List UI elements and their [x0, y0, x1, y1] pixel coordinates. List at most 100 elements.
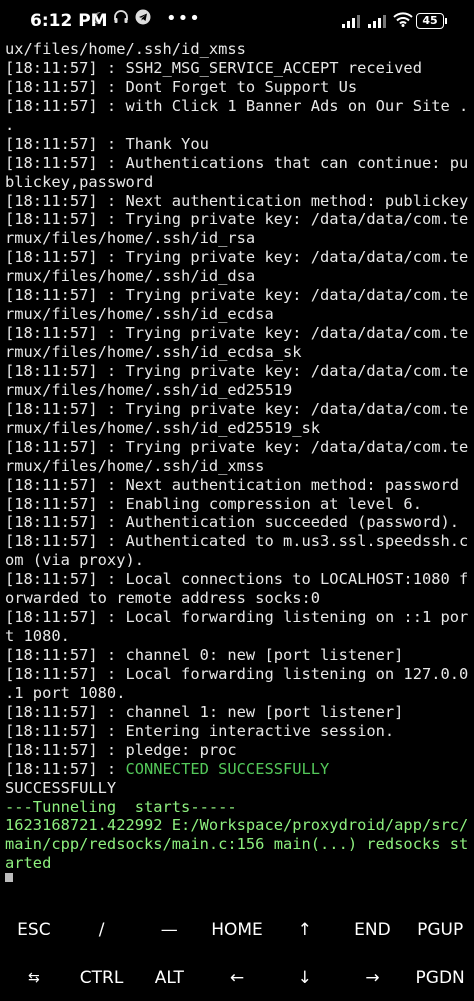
- status-bar: 6:12 PM ☾ ••• 45: [0, 0, 474, 40]
- terminal-line: [18:11:57] : CONNECTED SUCCESSFULLY: [5, 760, 471, 779]
- terminal-line: .: [5, 116, 471, 135]
- terminal-line-text: [18:11:57] : Trying private key: /data/d…: [5, 324, 469, 343]
- terminal-line: [18:11:57] : Authentication succeeded (p…: [5, 513, 471, 532]
- telegram-icon: [135, 9, 151, 29]
- terminal-line-text: [18:11:57] : Trying private key: /data/d…: [5, 248, 469, 267]
- terminal-line: rmux/files/home/.ssh/id_ecdsa: [5, 305, 471, 324]
- home-key[interactable]: HOME: [203, 907, 271, 953]
- terminal-line-text: [18:11:57] : Authentications that can co…: [5, 153, 469, 172]
- terminal-line-text: rmux/files/home/.ssh/id_rsa: [5, 229, 256, 248]
- terminal-line-text: [18:11:57] : Next authentication method:…: [5, 475, 460, 494]
- terminal-line-text: [18:11:57] : Trying private key: /data/d…: [5, 286, 469, 305]
- arrow-right-key[interactable]: →: [339, 955, 407, 1001]
- terminal-line-text: rmux/files/home/.ssh/id_ed25519: [5, 380, 293, 399]
- terminal-prompt-line: [5, 873, 471, 882]
- terminal-line: [18:11:57] : Trying private key: /data/d…: [5, 400, 471, 419]
- terminal-line: [18:11:57] : Dont Forget to Support Us: [5, 78, 471, 97]
- ctrl-key[interactable]: CTRL: [68, 955, 136, 1001]
- terminal-line-text: [18:11:57] : Authenticated to m.us3.ssl.…: [5, 532, 469, 551]
- terminal-line-text: rmux/files/home/.ssh/id_ecdsa: [5, 305, 274, 324]
- terminal-line: [18:11:57] : Thank You: [5, 135, 471, 154]
- extra-keys-row-1: ESC / — HOME ↑ END PGUP: [0, 907, 474, 953]
- terminal-line-text: om (via proxy).: [5, 551, 144, 570]
- terminal-line-text: .: [5, 115, 15, 134]
- terminal-line: blickey,password: [5, 173, 471, 192]
- pgup-key[interactable]: PGUP: [406, 907, 474, 953]
- terminal-line: rmux/files/home/.ssh/id_xmss: [5, 457, 471, 476]
- slash-key[interactable]: /: [68, 907, 136, 953]
- terminal-line: [18:11:57] : Authentications that can co…: [5, 154, 471, 173]
- terminal-line-text: orwarded to remote address socks:0: [5, 589, 321, 608]
- terminal-line-text: [18:11:57] : Trying private key: /data/d…: [5, 210, 469, 229]
- arrow-down-key[interactable]: ↓: [271, 955, 339, 1001]
- terminal-line-text: [18:11:57] : Next authentication method:…: [5, 191, 469, 210]
- terminal-line: [18:11:57] : Trying private key: /data/d…: [5, 210, 471, 229]
- moon-icon: ☾: [92, 9, 107, 28]
- wifi-icon: [393, 12, 413, 31]
- terminal-line: om (via proxy).: [5, 551, 471, 570]
- terminal-line: [18:11:57] : Trying private key: /data/d…: [5, 324, 471, 343]
- headphones-icon: [113, 9, 129, 29]
- terminal-line: ux/files/home/.ssh/id_xmss: [5, 40, 471, 59]
- end-key[interactable]: END: [339, 907, 407, 953]
- terminal-line: ---Tunneling starts-----: [5, 798, 471, 817]
- terminal-line: orwarded to remote address socks:0: [5, 589, 471, 608]
- terminal-line: [18:11:57] : Trying private key: /data/d…: [5, 286, 471, 305]
- dash-key[interactable]: —: [135, 907, 203, 953]
- terminal-line: arted: [5, 854, 471, 873]
- terminal-line-text: [18:11:57] : Local forwarding listening …: [5, 608, 469, 627]
- terminal-line: [18:11:57] : Next authentication method:…: [5, 192, 471, 211]
- terminal-line-prefix: [18:11:57] :: [5, 759, 126, 778]
- terminal-line: rmux/files/home/.ssh/id_ed25519_sk: [5, 419, 471, 438]
- terminal-line: [18:11:57] : Trying private key: /data/d…: [5, 438, 471, 457]
- terminal-line-text: ux/files/home/.ssh/id_xmss: [5, 40, 246, 58]
- terminal-line: [18:11:57] : Local forwarding listening …: [5, 608, 471, 627]
- extra-keys-bar: ESC / — HOME ↑ END PGUP ⇆ CTRL ALT ← ↓ → PGDN: [0, 907, 474, 1001]
- terminal-line-text: arted: [5, 854, 52, 873]
- terminal-line-text: [18:11:57] : Dont Forget to Support Us: [5, 77, 358, 96]
- more-dots-icon: •••: [166, 8, 201, 29]
- terminal-line: [18:11:57] : SSH2_MSG_SERVICE_ACCEPT rec…: [5, 59, 471, 78]
- arrow-left-key[interactable]: ←: [203, 955, 271, 1001]
- terminal-line: [18:11:57] : pledge: proc: [5, 741, 471, 760]
- terminal-line: [18:11:57] : Next authentication method:…: [5, 476, 471, 495]
- terminal-line: 1623168721.422992 E:/Workspace/proxydroi…: [5, 816, 471, 835]
- cell-signal-icon: [342, 13, 360, 32]
- terminal-line: [18:11:57] : Trying private key: /data/d…: [5, 248, 471, 267]
- battery-icon: 45: [416, 13, 447, 29]
- terminal-line: rmux/files/home/.ssh/id_ed25519: [5, 381, 471, 400]
- terminal-line-text: rmux/files/home/.ssh/id_ecdsa_sk: [5, 343, 302, 361]
- pgdn-key[interactable]: PGDN: [406, 955, 474, 1001]
- terminal-line: rmux/files/home/.ssh/id_rsa: [5, 229, 471, 248]
- cell-signal-icon: [368, 13, 386, 32]
- terminal-line-text: [18:11:57] : channel 1: new [port listen…: [5, 702, 404, 721]
- terminal-line: [18:11:57] : Local forwarding listening …: [5, 665, 471, 684]
- terminal-line-text: [18:11:57] : Thank You: [5, 134, 209, 153]
- terminal-line: [18:11:57] : channel 0: new [port listen…: [5, 646, 471, 665]
- arrow-up-key[interactable]: ↑: [271, 907, 339, 953]
- terminal-line-text: ---Tunneling starts-----: [5, 797, 237, 816]
- esc-key[interactable]: ESC: [0, 907, 68, 953]
- terminal-line: [18:11:57] : Local connections to LOCALH…: [5, 570, 471, 589]
- terminal-line: [18:11:57] : with Click 1 Banner Ads on …: [5, 97, 471, 116]
- terminal-line: [18:11:57] : Entering interactive sessio…: [5, 722, 471, 741]
- tab-key[interactable]: ⇆: [0, 955, 68, 1001]
- terminal-line: [18:11:57] : channel 1: new [port listen…: [5, 703, 471, 722]
- terminal-cursor: [5, 873, 13, 882]
- terminal-line-text: [18:11:57] : Authentication succeeded (p…: [5, 513, 460, 532]
- terminal-line-text: [18:11:57] : Enabling compression at lev…: [5, 494, 422, 513]
- terminal-line-text: .1 port 1080.: [5, 683, 126, 702]
- terminal-line-text: [18:11:57] : Trying private key: /data/d…: [5, 399, 469, 418]
- terminal-output[interactable]: ux/files/home/.ssh/id_xmss [18:11:57] : S…: [5, 40, 471, 882]
- terminal-line-text: [18:11:57] : Local connections to LOCALH…: [5, 570, 469, 589]
- terminal-line-text: [18:11:57] : Trying private key: /data/d…: [5, 437, 469, 456]
- terminal-line: rmux/files/home/.ssh/id_dsa: [5, 267, 471, 286]
- terminal-line: [18:11:57] : Enabling compression at lev…: [5, 495, 471, 514]
- extra-keys-row-2: ⇆ CTRL ALT ← ↓ → PGDN: [0, 955, 474, 1001]
- terminal-line-text: 1623168721.422992 E:/Workspace/proxydroi…: [5, 816, 469, 835]
- terminal-line-text: main/cpp/redsocks/main.c:156 main(...) r…: [5, 835, 469, 854]
- terminal-line-text: [18:11:57] : with Click 1 Banner Ads on …: [5, 96, 469, 115]
- alt-key[interactable]: ALT: [135, 955, 203, 1001]
- terminal-line-text: [18:11:57] : SSH2_MSG_SERVICE_ACCEPT rec…: [5, 58, 422, 77]
- terminal-line-text: [18:11:57] : Trying private key: /data/d…: [5, 361, 469, 380]
